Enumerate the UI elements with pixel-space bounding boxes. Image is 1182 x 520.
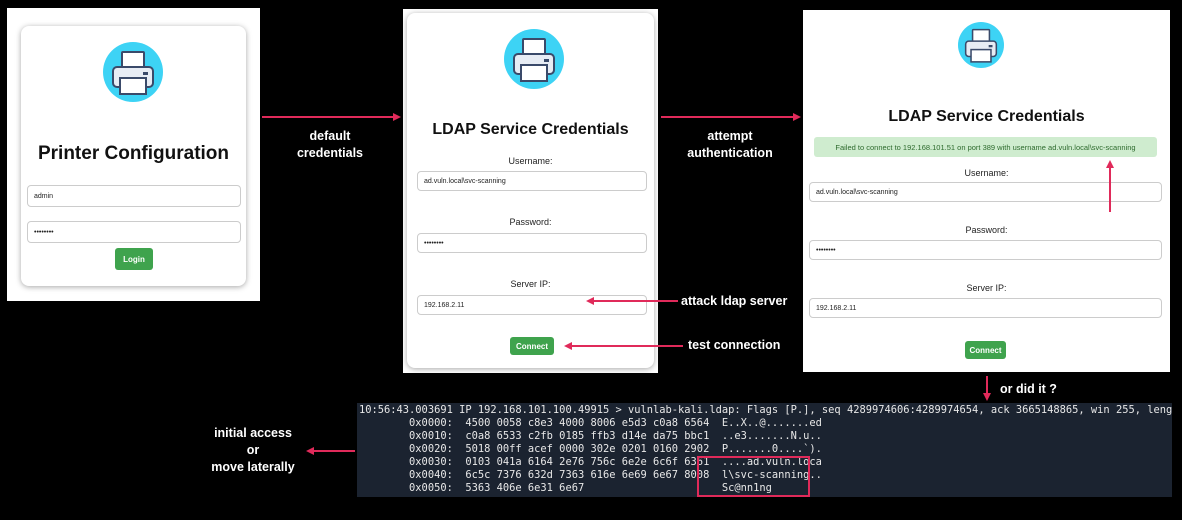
- annotation-didnt-work: didn’t work: [1075, 219, 1142, 233]
- annotation-test-connection: test connection: [688, 338, 781, 352]
- username-field[interactable]: admin: [27, 185, 241, 207]
- username-field[interactable]: ad.vuln.local\svc-scanning: [417, 171, 647, 191]
- ldap-form-panel: LDAP Service Credentials Username: ad.vu…: [403, 9, 658, 373]
- password-label: Password:: [509, 217, 552, 227]
- annotation-attempt-authentication: attempt authentication: [670, 128, 790, 162]
- terminal-line: 0x0010: c0a8 6533 c2fb 0185 ffb3 d14e da…: [359, 430, 822, 442]
- annotation-line: attempt: [707, 129, 753, 143]
- page-title: LDAP Service Credentials: [432, 121, 629, 138]
- login-button[interactable]: Login: [115, 248, 153, 270]
- page-title: LDAP Service Credentials: [888, 108, 1085, 125]
- username-label: Username:: [508, 156, 553, 166]
- terminal-line: 0x0020: 5018 00ff acef 0000 302e 0201 01…: [359, 443, 822, 455]
- server-ip-field[interactable]: 192.168.2.11: [417, 295, 647, 315]
- server-ip-field[interactable]: 192.168.2.11: [809, 298, 1162, 318]
- server-ip-label: Server IP:: [510, 279, 551, 289]
- annotation-line: authentication: [687, 146, 773, 160]
- ldap-result-panel: LDAP Service Credentials Failed to conne…: [803, 10, 1170, 372]
- printer-icon: [958, 22, 1004, 68]
- annotation-line: default: [309, 129, 351, 143]
- password-field[interactable]: ••••••••: [809, 240, 1162, 260]
- annotation-default-credentials: default credentials: [280, 128, 380, 162]
- username-label: Username:: [964, 168, 1009, 178]
- password-field[interactable]: ••••••••: [27, 221, 241, 243]
- password-field[interactable]: ••••••••: [417, 233, 647, 253]
- connect-button[interactable]: Connect: [965, 341, 1006, 359]
- annotation-line: initial access: [214, 426, 292, 440]
- annotation-or-did-it: or did it ?: [1000, 382, 1057, 396]
- username-field[interactable]: ad.vuln.local\svc-scanning: [809, 182, 1162, 202]
- terminal-line: 10:56:43.003691 IP 192.168.101.100.49915…: [359, 404, 1172, 416]
- annotation-line: or: [246, 443, 260, 457]
- printer-config-card: Printer Configuration admin •••••••• Log…: [21, 26, 246, 286]
- terminal-line: 0x0000: 4500 0058 c8e3 4000 8006 e5d3 c0…: [359, 417, 822, 429]
- credential-highlight-box: [697, 456, 810, 497]
- annotation-line: move laterally: [211, 460, 295, 474]
- annotation-attack-ldap-server: attack ldap server: [681, 294, 788, 308]
- ldap-form-card: LDAP Service Credentials Username: ad.vu…: [407, 13, 654, 368]
- page-title: Printer Configuration: [37, 143, 230, 164]
- annotation-initial-access: initial access or move laterally: [200, 425, 306, 476]
- annotation-line: credentials: [296, 146, 363, 160]
- printer-icon: [103, 42, 163, 102]
- printer-icon: [504, 29, 564, 89]
- connect-button[interactable]: Connect: [510, 337, 554, 355]
- error-alert: Failed to connect to 192.168.101.51 on p…: [814, 137, 1157, 157]
- printer-config-panel: Printer Configuration admin •••••••• Log…: [7, 8, 260, 301]
- server-ip-label: Server IP:: [966, 283, 1007, 293]
